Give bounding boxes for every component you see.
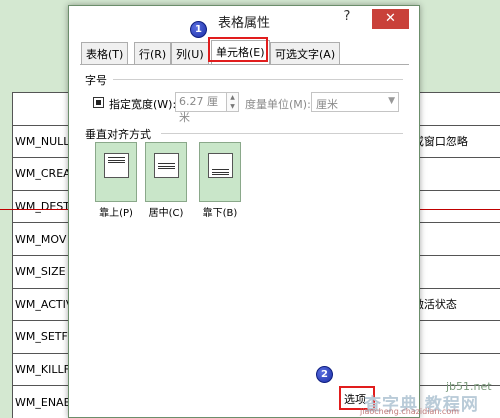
cell-tab-highlight	[208, 37, 268, 62]
align-bottom-icon	[208, 153, 233, 178]
unit-select-value: 厘米	[316, 98, 338, 111]
valign-section-label: 垂直对齐方式	[85, 128, 151, 141]
align-bottom-option[interactable]	[199, 142, 241, 202]
table-cell	[409, 157, 500, 191]
align-top-label: 靠上(P)	[99, 208, 133, 219]
tab-divider	[80, 64, 409, 65]
specify-width-label: 指定宽度(W):	[109, 98, 177, 111]
width-input[interactable]: 6.27 厘米	[175, 92, 227, 124]
align-middle-option[interactable]	[145, 142, 187, 202]
tab-column[interactable]: 列(U)	[171, 42, 209, 64]
width-row: 指定宽度(W): 6.27 厘米 ▲ ▼ 度量单位(M): 厘米 ▼	[93, 92, 403, 124]
dialog-titlebar[interactable]: 表格属性 ? ✕	[69, 6, 419, 33]
table-cell	[409, 222, 500, 256]
align-middle-icon	[154, 153, 179, 178]
close-icon: ✕	[385, 11, 396, 26]
width-spinner[interactable]: ▲ ▼	[227, 92, 239, 112]
watermark-url: jiaocheng.chazidian.com	[360, 407, 460, 416]
help-button[interactable]: ?	[339, 9, 355, 27]
table-properties-dialog: 表格属性 ? ✕ 表格(T) 行(R) 列(U) 单元格(E) 可选文字(A) …	[68, 5, 420, 418]
tab-row[interactable]: 行(R)	[134, 42, 172, 64]
table-cell	[409, 254, 500, 289]
close-button[interactable]: ✕	[372, 9, 409, 29]
section-divider	[113, 79, 403, 80]
tab-table[interactable]: 表格(T)	[81, 42, 129, 64]
section-divider	[161, 133, 403, 134]
chevron-down-icon: ▼	[388, 96, 395, 106]
table-cell: 激活状态	[409, 287, 500, 322]
step-marker-2: 2	[316, 366, 333, 383]
size-section-label: 字号	[85, 74, 107, 87]
align-bottom-label: 靠下(B)	[202, 208, 238, 219]
unit-select[interactable]: 厘米 ▼	[311, 92, 399, 112]
tab-alt-text[interactable]: 可选文字(A)	[270, 42, 341, 64]
table-cell: 或窗口忽略	[409, 124, 500, 159]
step-marker-1: 1	[190, 21, 207, 38]
align-top-icon	[104, 153, 129, 178]
unit-label: 度量单位(M):	[245, 98, 311, 111]
table-cell	[409, 189, 500, 224]
watermark: jb51.net 查字典 教程网 jiaocheng.chazidian.com	[356, 378, 500, 418]
dialog-title: 表格属性	[217, 16, 270, 31]
table-cell	[409, 320, 500, 354]
align-middle-label: 居中(C)	[148, 208, 184, 219]
align-top-option[interactable]	[95, 142, 137, 202]
specify-width-checkbox[interactable]	[93, 97, 104, 108]
table-cell	[409, 92, 500, 126]
